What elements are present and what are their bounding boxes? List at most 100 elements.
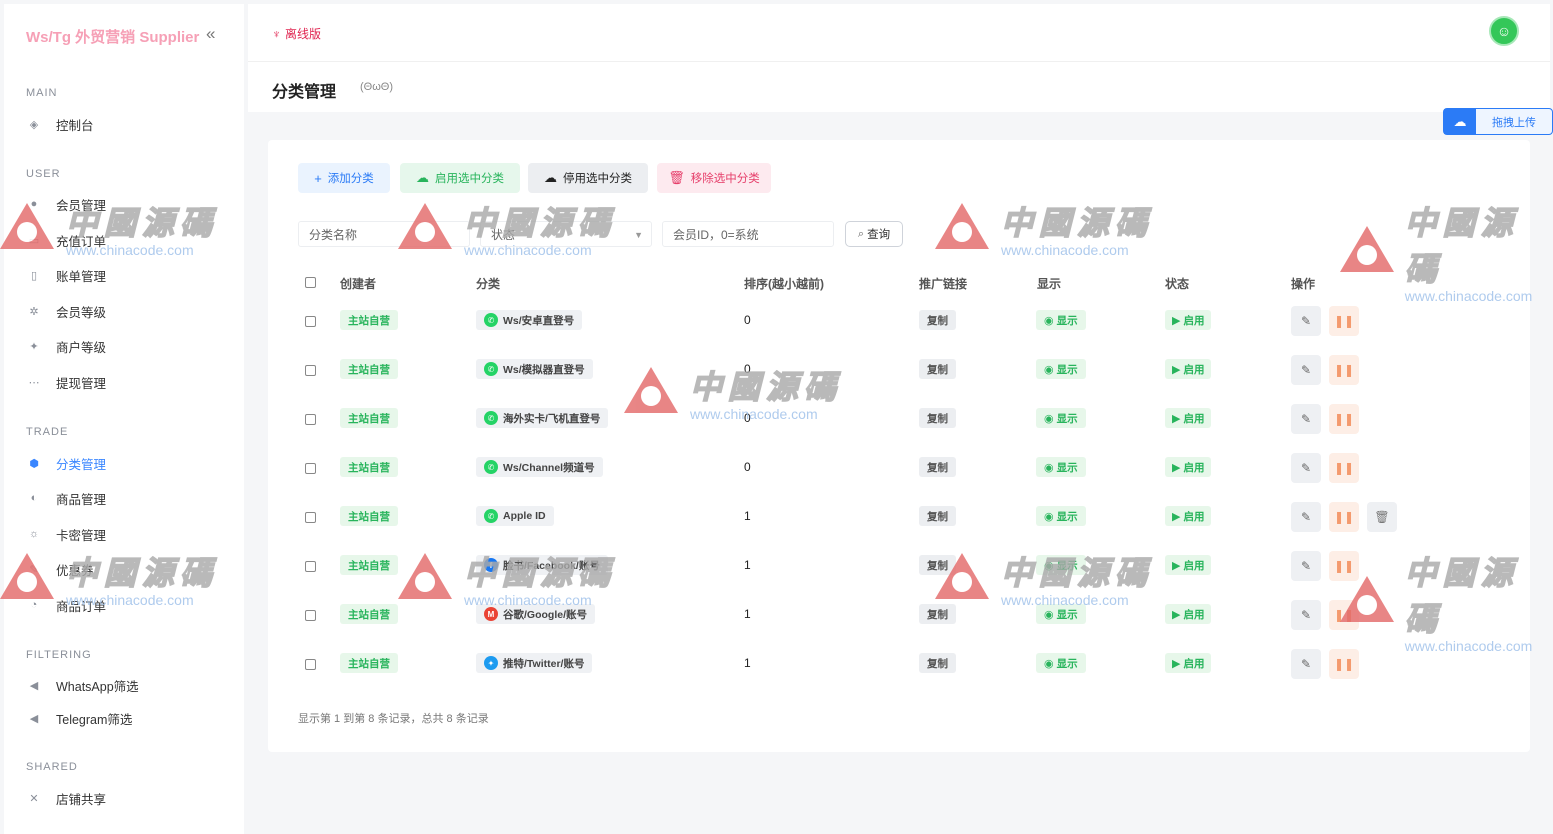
pause-button[interactable]: ❚❚ (1329, 355, 1359, 385)
row-checkbox[interactable] (305, 365, 316, 376)
pause-button[interactable]: ❚❚ (1329, 306, 1359, 336)
bill-icon: ▯ (30, 269, 38, 282)
play-icon: ▶ (1172, 510, 1181, 523)
copy-link-button[interactable]: 复制 (919, 555, 956, 575)
goods-icon: ◐ (30, 492, 38, 504)
sidebar-item-whatsapp-filter[interactable]: ◀ WhatsApp筛选 (26, 675, 139, 695)
edit-button[interactable]: ✎ (1291, 355, 1321, 385)
disable-selected-button[interactable]: ☁ 停用选中分类 (528, 163, 648, 193)
edit-button[interactable]: ✎ (1291, 306, 1321, 336)
remove-selected-button[interactable]: 🗑 移除选中分类 (657, 163, 771, 193)
sidebar-item-goods[interactable]: ◐ 商品管理 (26, 488, 106, 508)
status-toggle[interactable]: ▶ 启用 (1165, 555, 1212, 575)
edit-button[interactable]: ✎ (1291, 649, 1321, 679)
status-toggle[interactable]: ▶ 启用 (1165, 457, 1212, 477)
sidebar-item-member-level[interactable]: ✲ 会员等级 (26, 301, 106, 321)
sidebar-item-recharge[interactable]: ▭ 充值订单 (26, 230, 106, 250)
avatar[interactable]: ☺ (1489, 16, 1519, 46)
status-toggle[interactable]: ▶ 启用 (1165, 506, 1212, 526)
page-subtitle: (ΘωΘ) (360, 81, 394, 93)
row-checkbox[interactable] (305, 414, 316, 425)
show-toggle[interactable]: ◉ 显示 (1036, 457, 1086, 477)
status-toggle[interactable]: ▶ 启用 (1165, 653, 1212, 673)
show-toggle[interactable]: ◉ 显示 (1036, 653, 1086, 673)
sidebar-item-shop-share[interactable]: ✕ 店铺共享 (26, 788, 106, 808)
pause-button[interactable]: ❚❚ (1329, 600, 1359, 630)
member-id-input[interactable]: 会员ID，0=系统 (662, 221, 834, 247)
copy-link-button[interactable]: 复制 (919, 310, 956, 330)
row-checkbox[interactable] (305, 512, 316, 523)
sidebar-item-coupon[interactable]: ✎ 优惠券 (26, 559, 93, 579)
creator-badge: 主站自营 (340, 310, 398, 330)
sidebar-item-bills[interactable]: ▯ 账单管理 (26, 265, 106, 285)
pause-button[interactable]: ❚❚ (1329, 404, 1359, 434)
status-toggle[interactable]: ▶ 启用 (1165, 310, 1212, 330)
edit-button[interactable]: ✎ (1291, 551, 1321, 581)
show-toggle[interactable]: ◉ 显示 (1036, 506, 1086, 526)
pause-button[interactable]: ❚❚ (1329, 551, 1359, 581)
copy-link-button[interactable]: 复制 (919, 653, 956, 673)
show-toggle[interactable]: ◉ 显示 (1036, 408, 1086, 428)
select-all-checkbox[interactable] (305, 277, 316, 288)
eye-icon: ◉ (1044, 510, 1054, 523)
sidebar-item-withdraw[interactable]: ⋯ 提现管理 (26, 372, 107, 392)
sidebar-item-members[interactable]: ● 会员管理 (26, 194, 106, 214)
brand-title[interactable]: Ws/Tg 外贸营销 Supplier (26, 26, 199, 47)
category-badge: ✆ 海外实卡/飞机直登号 (476, 408, 609, 428)
table-row: 主站自营 ✆ Ws/模拟器直登号 0 复制 ◉ 显示 ▶ 启用 ✎ ❚❚ (268, 348, 1530, 397)
row-checkbox[interactable] (305, 610, 316, 621)
show-toggle[interactable]: ◉ 显示 (1036, 359, 1086, 379)
category-icon: ⬢ (29, 457, 39, 470)
sidebar-item-category[interactable]: ⬢ 分类管理 (26, 453, 106, 473)
col-show: 显示 (1037, 277, 1062, 291)
sidebar-item-merchant-level[interactable]: ✦ 商户等级 (26, 336, 106, 356)
status-toggle[interactable]: ▶ 启用 (1165, 604, 1212, 624)
section-trade: TRADE (26, 426, 69, 438)
show-toggle[interactable]: ◉ 显示 (1036, 604, 1086, 624)
table-row: 主站自营 f 脸书/Facebook/账号 1 复制 ◉ 显示 ▶ 启用 ✎ ❚❚ (268, 544, 1530, 593)
pause-button[interactable]: ❚❚ (1329, 453, 1359, 483)
copy-link-button[interactable]: 复制 (919, 506, 956, 526)
whatsapp-icon: ✆ (484, 362, 498, 376)
enable-selected-button[interactable]: ☁ 启用选中分类 (400, 163, 520, 193)
copy-link-button[interactable]: 复制 (919, 457, 956, 477)
creator-badge: 主站自营 (340, 506, 398, 526)
pause-button[interactable]: ❚❚ (1329, 649, 1359, 679)
edit-icon: ✎ (1300, 412, 1312, 426)
cloud-download-icon: ☁ (544, 170, 557, 185)
sidebar-item-card-key[interactable]: ☼ 卡密管理 (26, 524, 106, 544)
show-toggle[interactable]: ◉ 显示 (1036, 555, 1086, 575)
whatsapp-icon: ✆ (484, 411, 498, 425)
copy-link-button[interactable]: 复制 (919, 408, 956, 428)
sidebar-item-order[interactable]: ◔ 商品订单 (26, 595, 106, 615)
sort-value: 0 (744, 362, 751, 376)
drag-upload-button[interactable]: ☁ 拖拽上传 (1443, 108, 1553, 135)
sidebar-item-dashboard[interactable]: ◈ 控制台 (26, 114, 94, 134)
edit-button[interactable]: ✎ (1291, 600, 1321, 630)
show-toggle[interactable]: ◉ 显示 (1036, 310, 1086, 330)
play-icon: ▶ (1172, 608, 1181, 621)
row-checkbox[interactable] (305, 659, 316, 670)
sidebar-item-telegram-filter[interactable]: ◀ Telegram筛选 (26, 708, 133, 728)
edit-button[interactable]: ✎ (1291, 453, 1321, 483)
status-toggle[interactable]: ▶ 启用 (1165, 408, 1212, 428)
copy-link-button[interactable]: 复制 (919, 604, 956, 624)
col-creator: 创建者 (340, 277, 377, 291)
status-toggle[interactable]: ▶ 启用 (1165, 359, 1212, 379)
row-checkbox[interactable] (305, 463, 316, 474)
eye-icon: ◉ (1044, 461, 1054, 474)
delete-button[interactable]: 🗑 (1367, 502, 1397, 532)
edit-button[interactable]: ✎ (1291, 502, 1321, 532)
creator-badge: 主站自营 (340, 555, 398, 575)
status-select[interactable]: 状态 ▼ (480, 221, 652, 247)
category-badge: ✦ 推特/Twitter/账号 (476, 653, 593, 673)
category-name-input[interactable]: 分类名称 (298, 221, 470, 247)
edit-button[interactable]: ✎ (1291, 404, 1321, 434)
search-button[interactable]: ⌕ 查询 (845, 221, 903, 247)
add-category-button[interactable]: + 添加分类 (298, 163, 390, 193)
row-checkbox[interactable] (305, 316, 316, 327)
double-chevron-left-icon[interactable]: « (206, 24, 215, 44)
pause-button[interactable]: ❚❚ (1329, 502, 1359, 532)
row-checkbox[interactable] (305, 561, 316, 572)
copy-link-button[interactable]: 复制 (919, 359, 956, 379)
